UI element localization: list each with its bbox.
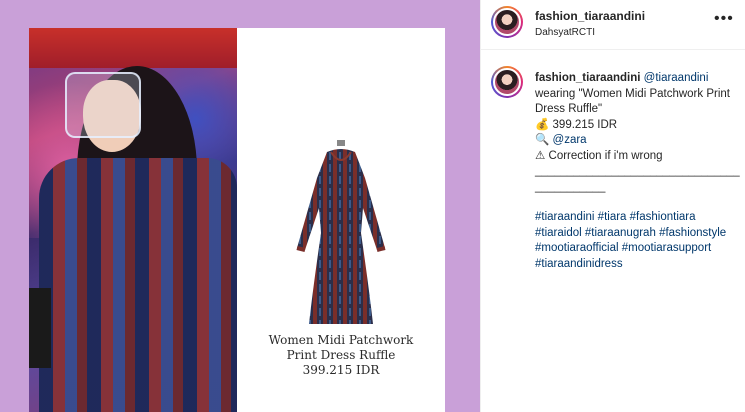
price-line: 💰 399.215 IDR xyxy=(535,118,740,134)
money-bag-icon: 💰 xyxy=(535,118,550,131)
hashtag[interactable]: #tiaraidol xyxy=(535,227,582,239)
hashtag[interactable]: #tiaraandini xyxy=(535,211,594,223)
header-username[interactable]: fashion_tiaraandini xyxy=(535,9,645,23)
hashtag[interactable]: #tiara xyxy=(598,211,627,223)
caption-username[interactable]: fashion_tiaraandini xyxy=(535,72,640,84)
hashtag[interactable]: #fashiontiara xyxy=(630,211,696,223)
hashtag-list: #tiaraandini #tiara #fashiontiara #tiara… xyxy=(535,210,740,272)
more-horizontal-icon[interactable]: ••• xyxy=(714,11,734,29)
avatar[interactable] xyxy=(491,6,523,38)
caption-body: fashion_tiaraandini @tiaraandini wearing… xyxy=(535,71,740,272)
post-image[interactable]: Women Midi Patchwork Print Dress Ruffle … xyxy=(29,28,445,412)
hashtag[interactable]: #mootiaraofficial xyxy=(535,242,619,254)
magnifier-icon: 🔍 xyxy=(535,134,550,146)
product-name-line2: Print Dress Ruffle xyxy=(286,348,396,362)
hashtag[interactable]: #tiaraanugrah xyxy=(585,227,656,239)
caption-wearing: wearing "Women Midi Patchwork Print Dres… xyxy=(535,87,730,116)
brand-mention[interactable]: @zara xyxy=(553,134,587,146)
product-price: 399.215 IDR xyxy=(302,363,380,377)
caption-mention[interactable]: @tiaraandini xyxy=(644,72,709,84)
post-header: fashion_tiaraandini DahsyatRCTI ••• xyxy=(481,0,745,50)
correction-note: Correction if i'm wrong xyxy=(548,149,663,162)
mic-stand xyxy=(29,288,51,368)
product-caption: Women Midi Patchwork Print Dress Ruffle … xyxy=(237,333,445,378)
separator-line: ________________________________________… xyxy=(535,165,740,193)
face-shield xyxy=(65,72,141,138)
brand-line: 🔍 @zara xyxy=(535,133,740,149)
header-location[interactable]: DahsyatRCTI xyxy=(535,27,595,38)
post-side-panel: fashion_tiaraandini DahsyatRCTI ••• fash… xyxy=(480,0,745,412)
product-panel: Women Midi Patchwork Print Dress Ruffle … xyxy=(237,28,445,412)
dress-product-image xyxy=(296,140,386,324)
celebrity-photo xyxy=(29,28,237,412)
hashtag[interactable]: #tiaraandinidress xyxy=(535,258,623,270)
warning-icon: ⚠ xyxy=(535,149,546,162)
note-line: ⚠ Correction if i'm wrong xyxy=(535,149,740,165)
caption-avatar[interactable] xyxy=(491,66,523,98)
product-name-line1: Women Midi Patchwork xyxy=(268,333,414,347)
hashtag[interactable]: #mootiarasupport xyxy=(622,242,712,254)
worn-dress xyxy=(39,158,237,412)
caption-price: 399.215 IDR xyxy=(552,118,618,131)
stage-banner xyxy=(29,28,237,68)
hashtag[interactable]: #fashionstyle xyxy=(659,227,726,239)
